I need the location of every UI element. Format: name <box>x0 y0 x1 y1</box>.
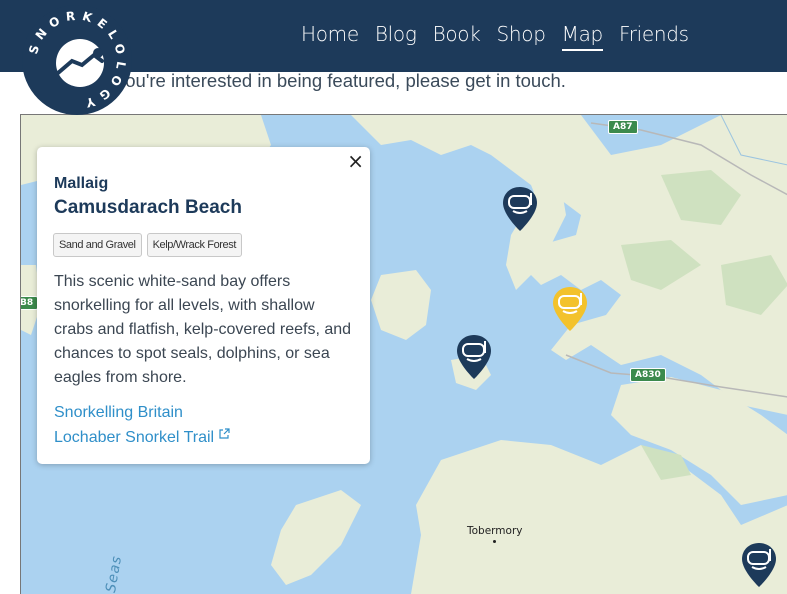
snorkel-mask-icon <box>457 335 491 379</box>
link-lochaber-snorkel-trail[interactable]: Lochaber Snorkel Trail <box>54 428 230 447</box>
nav-home[interactable]: Home <box>301 22 359 51</box>
nav-map[interactable]: Map <box>561 22 603 51</box>
close-icon[interactable]: × <box>347 149 364 173</box>
nav-friends[interactable]: Friends <box>619 22 689 51</box>
road-label-a87: A87 <box>608 120 638 134</box>
place-label-tobermory: Tobermory <box>467 525 523 537</box>
popup-region: Mallaig <box>54 175 109 192</box>
intro-text-content: you're interested in being featured, ple… <box>116 70 566 91</box>
external-link-icon <box>218 428 230 439</box>
nav-book[interactable]: Book <box>433 22 481 51</box>
tag-habitat: Kelp/Wrack Forest <box>146 233 243 257</box>
link-snorkelling-britain[interactable]: Snorkelling Britain <box>54 404 183 422</box>
link-label: Lochaber Snorkel Trail <box>54 429 215 446</box>
map-view[interactable]: A87 A830 B8 Tobermory Seas × Mallaig Cam… <box>20 114 787 594</box>
marker-snorkel-site[interactable] <box>457 335 491 379</box>
road-label-a830: A830 <box>630 368 666 382</box>
nav-blog[interactable]: Blog <box>375 22 417 51</box>
site-info-popup: × Mallaig Camusdarach Beach Sand and Gra… <box>37 147 370 464</box>
nav-shop[interactable]: Shop <box>497 22 546 51</box>
marker-snorkel-site[interactable] <box>742 543 776 587</box>
marker-snorkel-site-selected[interactable] <box>553 287 587 331</box>
popup-title: Camusdarach Beach <box>54 197 242 218</box>
marker-snorkel-site[interactable] <box>503 187 537 231</box>
popup-description: This scenic white-sand bay offers snorke… <box>54 273 352 386</box>
snorkel-mask-icon <box>503 187 537 231</box>
site-logo[interactable]: SNORKELOLOGY <box>22 5 132 115</box>
main-nav: Home Blog Book Shop Map Friends <box>301 22 689 51</box>
snorkel-mask-icon <box>553 287 587 331</box>
tag-habitat: Sand and Gravel <box>53 233 142 257</box>
snorkel-mask-icon <box>742 543 776 587</box>
road-label-b8: B8 <box>21 296 39 310</box>
popup-tags: Sand and Gravel Kelp/Wrack Forest <box>53 233 243 257</box>
place-dot <box>493 540 496 543</box>
